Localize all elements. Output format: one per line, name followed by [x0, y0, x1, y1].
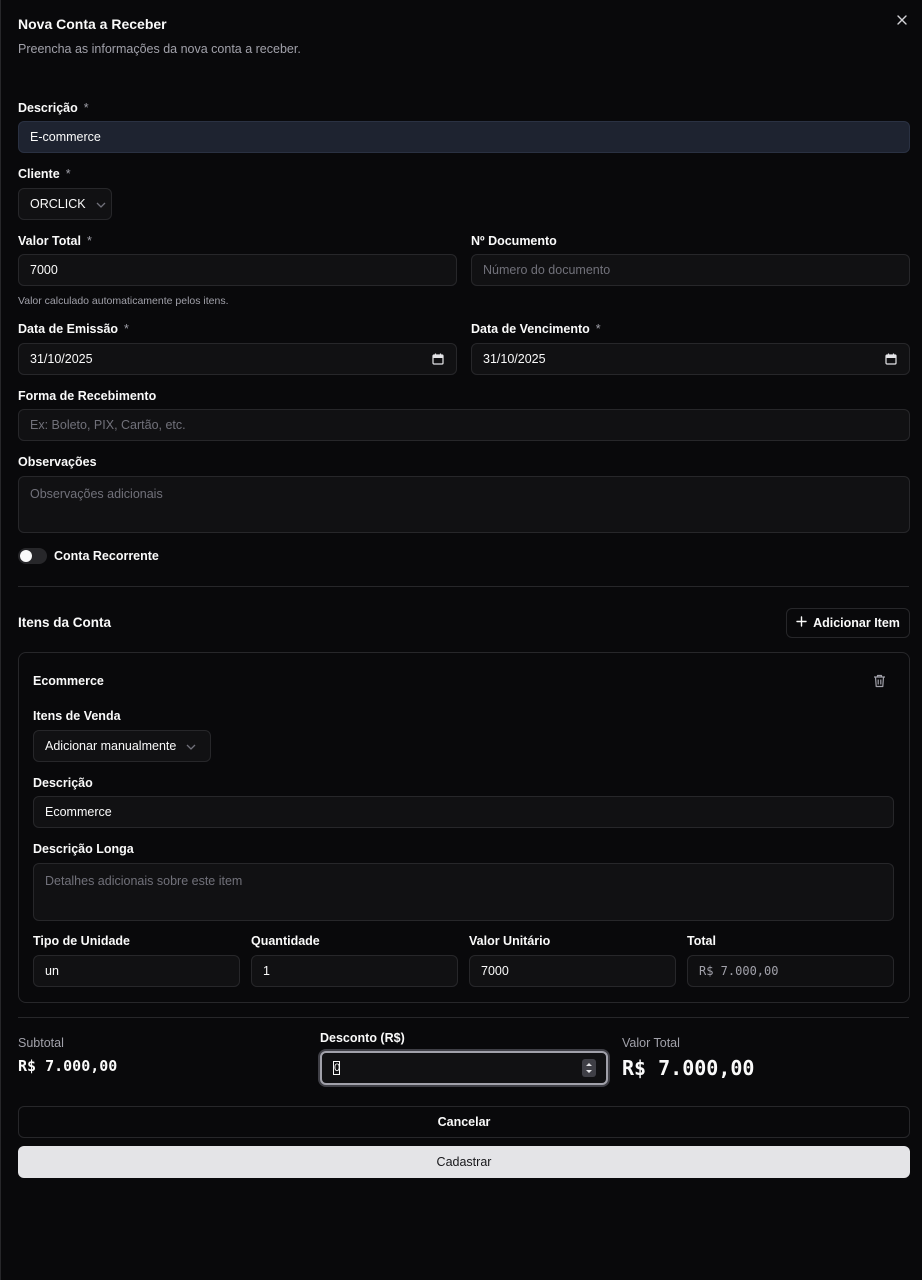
forma-label: Forma de Recebimento: [18, 389, 157, 403]
required-mark: *: [595, 322, 601, 336]
tipo-unidade-value: un: [45, 964, 59, 978]
observacoes-textarea[interactable]: Observações adicionais: [18, 476, 910, 533]
valor-unitario-label: Valor Unitário: [469, 934, 551, 948]
emissao-label: Data de Emissão *: [18, 322, 129, 336]
desconto-label: Desconto (R$): [320, 1031, 405, 1045]
descricao-label: Descrição *: [18, 101, 89, 115]
summary-divider: [18, 1017, 909, 1018]
plus-icon: [796, 616, 807, 630]
vencimento-label-text: Data de Vencimento: [471, 322, 590, 336]
observacoes-label: Observações: [18, 455, 97, 469]
calendar-icon[interactable]: [432, 353, 444, 365]
desconto-value: 0: [333, 1061, 341, 1075]
emissao-date-input[interactable]: 31/10/2025: [18, 343, 457, 375]
item-total-value: R$ 7.000,00: [699, 964, 779, 978]
number-spinner[interactable]: [582, 1059, 596, 1077]
recorrente-toggle[interactable]: [18, 548, 47, 564]
chevron-down-icon: [186, 739, 196, 753]
submit-button[interactable]: Cadastrar: [18, 1146, 910, 1178]
tipo-unidade-input[interactable]: un: [33, 955, 240, 987]
itens-venda-select[interactable]: Adicionar manualmente: [33, 730, 211, 762]
dialog-title: Nova Conta a Receber: [18, 16, 167, 32]
itens-venda-value: Adicionar manualmente: [45, 739, 177, 753]
item-descricao-value: Ecommerce: [45, 805, 112, 819]
item-total-readonly: R$ 7.000,00: [687, 955, 894, 987]
itens-venda-label: Itens de Venda: [33, 709, 121, 723]
valor-total-label-text: Valor Total: [18, 234, 81, 248]
valor-total-summary-value: R$ 7.000,00: [622, 1056, 755, 1080]
valor-total-label: Valor Total *: [18, 234, 92, 248]
cancel-button[interactable]: Cancelar: [18, 1106, 910, 1138]
chevron-down-icon: [96, 197, 106, 211]
vencimento-value: 31/10/2025: [483, 352, 546, 366]
subtotal-value: R$ 7.000,00: [18, 1057, 118, 1075]
cliente-label: Cliente *: [18, 167, 71, 181]
cliente-value: ORCLICK: [30, 197, 86, 211]
items-section-title: Itens da Conta: [18, 615, 112, 630]
item-descricao-longa-textarea[interactable]: Detalhes adicionais sobre este item: [33, 863, 894, 921]
item-descricao-longa-label: Descrição Longa: [33, 842, 134, 856]
vencimento-label: Data de Vencimento *: [471, 322, 601, 336]
required-mark: *: [86, 234, 92, 248]
emissao-label-text: Data de Emissão: [18, 322, 119, 336]
item-descricao-input[interactable]: Ecommerce: [33, 796, 894, 828]
forma-input[interactable]: Ex: Boleto, PIX, Cartão, etc.: [18, 409, 910, 441]
item-total-label: Total: [687, 934, 716, 948]
quantidade-input[interactable]: 1: [251, 955, 458, 987]
valor-total-value: 7000: [30, 263, 58, 277]
emissao-value: 31/10/2025: [30, 352, 93, 366]
cliente-select[interactable]: ORCLICK: [18, 188, 112, 220]
valor-unitario-input[interactable]: 7000: [469, 955, 676, 987]
item-descricao-longa-placeholder: Detalhes adicionais sobre este item: [45, 874, 243, 888]
vencimento-date-input[interactable]: 31/10/2025: [471, 343, 910, 375]
descricao-label-text: Descrição: [18, 101, 78, 115]
close-icon[interactable]: [894, 12, 910, 28]
item-descricao-label: Descrição: [33, 776, 93, 790]
toggle-knob: [20, 550, 32, 562]
cliente-label-text: Cliente: [18, 167, 60, 181]
required-mark: *: [124, 322, 129, 336]
documento-label: Nº Documento: [471, 234, 557, 248]
required-mark: *: [65, 167, 71, 181]
add-item-label: Adicionar Item: [813, 616, 900, 630]
valor-unitario-value: 7000: [481, 964, 509, 978]
calendar-icon[interactable]: [885, 353, 897, 365]
descricao-value: E-commerce: [30, 130, 101, 144]
required-mark: *: [83, 101, 89, 115]
subtotal-label: Subtotal: [18, 1036, 64, 1050]
valor-total-hint: Valor calculado automaticamente pelos it…: [18, 295, 229, 307]
item-name: Ecommerce: [33, 674, 104, 688]
section-divider: [18, 586, 909, 587]
new-receivable-dialog: Nova Conta a Receber Preencha as informa…: [0, 0, 922, 1280]
quantidade-label: Quantidade: [251, 934, 320, 948]
documento-placeholder: Número do documento: [483, 263, 611, 277]
descricao-input[interactable]: E-commerce: [18, 121, 910, 153]
desconto-input[interactable]: 0: [320, 1051, 608, 1085]
tipo-unidade-label: Tipo de Unidade: [33, 934, 130, 948]
recorrente-label: Conta Recorrente: [54, 549, 159, 563]
documento-input[interactable]: Número do documento: [471, 254, 910, 286]
trash-icon[interactable]: [873, 674, 886, 691]
observacoes-placeholder: Observações adicionais: [30, 487, 163, 501]
quantidade-value: 1: [263, 964, 270, 978]
dialog-subtitle: Preencha as informações da nova conta a …: [18, 42, 301, 56]
add-item-button[interactable]: Adicionar Item: [786, 608, 910, 638]
forma-placeholder: Ex: Boleto, PIX, Cartão, etc.: [30, 418, 186, 432]
valor-total-summary-label: Valor Total: [622, 1036, 680, 1050]
valor-total-input[interactable]: 7000: [18, 254, 457, 286]
